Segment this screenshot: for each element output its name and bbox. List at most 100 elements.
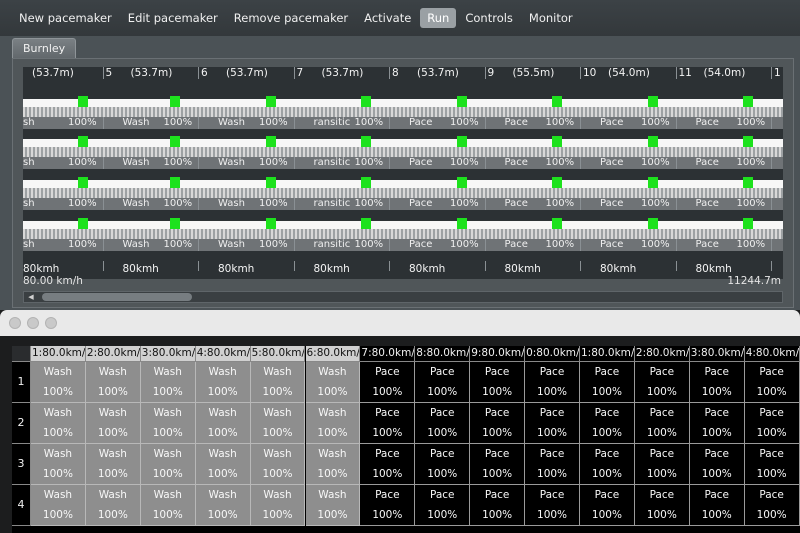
grid-cell[interactable]: Wash 100% (305, 485, 361, 526)
close-window-icon[interactable] (9, 317, 21, 329)
column-header[interactable]: 7:80.0km/h (360, 346, 416, 362)
grid-cell[interactable]: Wash 100% (140, 444, 196, 485)
grid-cell[interactable]: Wash 100% (31, 485, 86, 526)
menu-item-controls[interactable]: Controls (458, 8, 520, 28)
grid-cell[interactable]: Wash 100% (85, 362, 141, 403)
grid-cell[interactable]: Wash 100% (195, 403, 251, 444)
scroll-left-icon[interactable]: ◀ (25, 292, 37, 302)
grid-cell[interactable]: Wash 100% (85, 403, 141, 444)
grid-cell[interactable]: Pace 100% (360, 403, 416, 444)
grid-cell[interactable]: Wash 100% (140, 485, 196, 526)
column-header[interactable]: 3:80.0km/h (140, 346, 196, 362)
pacemaker-marker[interactable] (456, 136, 467, 147)
pacemaker-marker[interactable] (77, 136, 88, 147)
pacemaker-marker[interactable] (743, 96, 753, 107)
grid-cell[interactable]: Pace 100% (689, 485, 745, 526)
column-header[interactable]: 6:80.0km/h (305, 346, 361, 362)
menu-item-activate[interactable]: Activate (357, 8, 418, 28)
grid-cell[interactable]: Pace 100% (689, 362, 745, 403)
menu-item-run[interactable]: Run (420, 8, 457, 28)
track-view[interactable]: (53.7m) 5 (53.7m) 6 (53.7m) 7 (53.7m) 8 (53.7m) 9… (23, 67, 783, 279)
grid-cell[interactable]: Pace 100% (744, 444, 800, 485)
tab-burnley[interactable]: Burnley (12, 38, 77, 58)
column-header[interactable]: 4:80.0km/h (744, 346, 800, 362)
grid-cell[interactable]: Pace 100% (525, 403, 580, 444)
window-titlebar[interactable] (0, 310, 800, 336)
grid-cell[interactable]: Wash 100% (195, 362, 251, 403)
pacemaker-marker[interactable] (647, 218, 658, 229)
pacemaker-marker[interactable] (552, 136, 562, 147)
pacemaker-marker[interactable] (361, 177, 371, 188)
grid-cell[interactable]: Pace 100% (689, 444, 745, 485)
grid-cell[interactable]: Pace 100% (689, 403, 745, 444)
grid-cell[interactable]: Pace 100% (415, 444, 471, 485)
grid-cell[interactable]: Pace 100% (634, 403, 690, 444)
grid-cell[interactable]: Pace 100% (470, 362, 526, 403)
grid-cell[interactable]: Pace 100% (470, 444, 526, 485)
column-header[interactable]: 5:80.0km/h (250, 346, 306, 362)
menu-item-edit-pacemaker[interactable]: Edit pacemaker (121, 8, 225, 28)
grid-cell[interactable]: Pace 100% (470, 485, 526, 526)
grid-cell[interactable]: Pace 100% (744, 362, 800, 403)
grid-cell[interactable]: Pace 100% (634, 444, 690, 485)
grid-cell[interactable]: Pace 100% (470, 403, 526, 444)
column-header[interactable]: 9:80.0km/h (470, 346, 526, 362)
pacemaker-marker[interactable] (265, 177, 276, 188)
grid-cell[interactable]: Pace 100% (744, 403, 800, 444)
pacemaker-marker[interactable] (456, 96, 467, 107)
pacemaker-marker[interactable] (647, 177, 658, 188)
pacemaker-marker[interactable] (170, 218, 180, 229)
menu-item-new-pacemaker[interactable]: New pacemaker (12, 8, 119, 28)
pacemaker-marker[interactable] (170, 136, 180, 147)
grid-cell[interactable]: Pace 100% (360, 485, 416, 526)
grid-cell[interactable]: Wash 100% (250, 362, 306, 403)
menu-item-monitor[interactable]: Monitor (522, 8, 580, 28)
pacemaker-marker[interactable] (456, 218, 467, 229)
grid-cell[interactable]: Pace 100% (415, 485, 471, 526)
grid-cell[interactable]: Pace 100% (634, 485, 690, 526)
grid-cell[interactable]: Pace 100% (525, 362, 580, 403)
pacemaker-marker[interactable] (265, 136, 276, 147)
column-header[interactable]: 8:80.0km/h (415, 346, 471, 362)
grid-cell[interactable]: Wash 100% (305, 403, 361, 444)
grid-cell[interactable]: Wash 100% (140, 403, 196, 444)
column-header[interactable]: 2:80.0km/h (85, 346, 141, 362)
column-header[interactable]: 0:80.0km/h (525, 346, 580, 362)
pacemaker-marker[interactable] (77, 96, 88, 107)
grid-cell[interactable]: Pace 100% (580, 444, 635, 485)
grid-cell[interactable]: Wash 100% (250, 485, 306, 526)
pacemaker-marker[interactable] (170, 177, 180, 188)
column-header[interactable]: 2:80.0km/h (634, 346, 690, 362)
grid-cell[interactable]: Pace 100% (415, 362, 471, 403)
column-header[interactable]: 3:80.0km/h (689, 346, 745, 362)
grid-cell[interactable]: Pace 100% (634, 362, 690, 403)
pacemaker-marker[interactable] (170, 96, 180, 107)
pacemaker-marker[interactable] (456, 177, 467, 188)
grid-cell[interactable]: Wash 100% (250, 403, 306, 444)
menu-item-remove-pacemaker[interactable]: Remove pacemaker (227, 8, 355, 28)
grid-cell[interactable]: Wash 100% (85, 485, 141, 526)
grid-cell[interactable]: Pace 100% (580, 485, 635, 526)
grid-cell[interactable]: Wash 100% (31, 362, 86, 403)
grid-cell[interactable]: Wash 100% (140, 362, 196, 403)
pacemaker-marker[interactable] (647, 136, 658, 147)
grid-cell[interactable]: Wash 100% (31, 403, 86, 444)
scrollbar-thumb[interactable] (42, 293, 192, 301)
minimize-window-icon[interactable] (27, 317, 39, 329)
grid-cell[interactable]: Pace 100% (360, 362, 416, 403)
pacemaker-marker[interactable] (361, 136, 371, 147)
grid-cell[interactable]: Wash 100% (250, 444, 306, 485)
lane-4[interactable]: sh 100% Wash 100% Wash 100% ransitic 100% Pace 10… (23, 218, 783, 255)
grid-cell[interactable]: Wash 100% (305, 362, 361, 403)
pacemaker-marker[interactable] (361, 218, 371, 229)
pacemaker-marker[interactable] (552, 218, 562, 229)
grid-cell[interactable]: Wash 100% (85, 444, 141, 485)
grid-cell[interactable]: Wash 100% (195, 485, 251, 526)
pacemaker-marker[interactable] (552, 96, 562, 107)
row-header[interactable]: 2 (12, 403, 31, 444)
pacemaker-marker[interactable] (552, 177, 562, 188)
pacemaker-marker[interactable] (77, 218, 88, 229)
grid-cell[interactable]: Pace 100% (744, 485, 800, 526)
column-header[interactable]: 4:80.0km/h (195, 346, 251, 362)
grid-cell[interactable]: Pace 100% (580, 362, 635, 403)
